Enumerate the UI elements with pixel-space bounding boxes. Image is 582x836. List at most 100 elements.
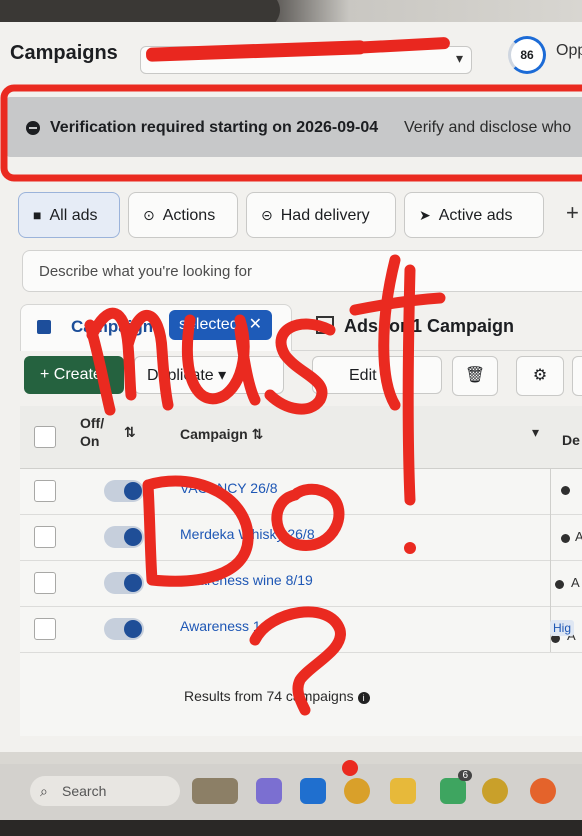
chip-label: Actions xyxy=(162,207,216,224)
photo-bottom-edge xyxy=(0,820,582,836)
edit-button[interactable]: Edit ▾ xyxy=(312,356,442,394)
delivery-text: A xyxy=(575,529,582,544)
row-checkbox[interactable] xyxy=(34,572,56,594)
chrome-icon[interactable] xyxy=(344,778,370,804)
taskbar-search[interactable]: ⌕ Search xyxy=(30,776,180,806)
create-label: Create xyxy=(53,366,102,383)
tab-campaigns[interactable]: Campaigns selected ✕ xyxy=(20,304,292,351)
opportunity-label[interactable]: Opp xyxy=(556,42,582,60)
banner-subtitle[interactable]: Verify and disclose who xyxy=(404,119,571,137)
chip-active-ads[interactable]: ➤ Active ads xyxy=(404,192,544,238)
close-icon[interactable]: ✕ xyxy=(249,316,262,333)
copilot-icon[interactable] xyxy=(256,778,282,804)
tab-ads-label: Ads for 1 Campaign xyxy=(344,316,515,336)
create-button[interactable]: + Create xyxy=(24,356,124,394)
taskbar: ⌕ Search 6 xyxy=(0,764,582,820)
delivery-text: A xyxy=(571,575,580,590)
campaign-name-link[interactable]: Merdeka Whisky 26/8 xyxy=(180,526,315,542)
results-text: Results from 74 campaigns xyxy=(184,688,354,704)
delivery-cell: A xyxy=(550,560,582,606)
widget-icon[interactable] xyxy=(192,778,238,804)
selected-badge[interactable]: selected ✕ xyxy=(169,310,272,340)
folder-icon: ■ xyxy=(33,207,42,223)
chip-all-ads[interactable]: ■ All ads xyxy=(18,192,120,238)
chip-label: Active ads xyxy=(438,207,513,224)
table-row[interactable]: Merdeka Whisky 26/8 A xyxy=(20,514,582,561)
status-dot xyxy=(555,580,564,589)
campaign-name-link[interactable]: Awareness 1 xyxy=(180,618,261,634)
selected-label: selected xyxy=(179,316,239,333)
folder-icon[interactable] xyxy=(390,778,416,804)
status-dot xyxy=(561,534,570,543)
taskbar-search-label: Search xyxy=(62,783,107,799)
row-checkbox[interactable] xyxy=(34,618,56,640)
row-checkbox[interactable] xyxy=(34,480,56,502)
search-icon: ⌕ xyxy=(40,783,48,799)
edit-label: Edit xyxy=(349,367,377,384)
filter-chips: ■ All ads ⊙ Actions ⊝ Had delivery ➤ Active … xyxy=(0,192,582,242)
delivery-icon: ⊝ xyxy=(261,207,273,223)
edge-icon[interactable] xyxy=(300,778,326,804)
campaign-header[interactable]: Campaign ⇅ xyxy=(180,426,263,443)
page-title: Campaigns xyxy=(10,42,118,64)
score-badge[interactable]: 86 xyxy=(508,36,546,74)
table-row[interactable]: Awareness wine 8/19 A xyxy=(20,560,582,607)
campaign-header-label: Campaign xyxy=(180,426,248,442)
search-input[interactable]: Describe what you're looking for xyxy=(22,250,582,292)
chevron-down-icon: ▾ xyxy=(218,367,227,384)
banner-title: Verification required starting on 2026-0… xyxy=(50,119,379,136)
toggle-knob xyxy=(124,574,142,592)
more-button[interactable] xyxy=(572,356,582,396)
notification-badge: 6 xyxy=(458,770,472,781)
chip-actions[interactable]: ⊙ Actions xyxy=(128,192,238,238)
campaign-name-link[interactable]: VACANCY 26/8 xyxy=(180,480,278,496)
chip-label: Had delivery xyxy=(280,207,370,224)
table-row[interactable]: Awareness 1 A xyxy=(20,606,582,653)
chip-label: All ads xyxy=(49,207,98,224)
campaign-name-link[interactable]: Awareness wine 8/19 xyxy=(180,572,313,588)
column-menu-icon[interactable]: ▾ xyxy=(532,424,539,441)
campaign-table: Off/ On ⇅ Campaign ⇅ ▾ De VACANCY 26/8 M… xyxy=(20,406,582,736)
duplicate-button[interactable]: Duplicate ▾ xyxy=(134,356,284,394)
select-all-checkbox[interactable] xyxy=(34,426,56,448)
tab-campaigns-label: Campaigns xyxy=(71,317,163,336)
tab-ads[interactable]: Ads for 1 Campaign xyxy=(316,316,514,337)
toggle-switch[interactable] xyxy=(104,572,144,594)
toggle-knob xyxy=(124,528,142,546)
firefox-icon[interactable] xyxy=(530,778,556,804)
row-checkbox[interactable] xyxy=(34,526,56,548)
add-filter-icon[interactable]: + xyxy=(566,200,579,226)
campaign-icon xyxy=(37,320,51,334)
sort-icon[interactable]: ⇅ xyxy=(124,424,136,441)
delivery-cell xyxy=(550,468,582,514)
sort-icon: ⇅ xyxy=(251,426,264,442)
chevron-down-icon: ▾ xyxy=(455,50,463,66)
action-icon: ⊙ xyxy=(143,207,155,223)
toggle-switch[interactable] xyxy=(104,526,144,548)
delete-button[interactable]: 🗑 xyxy=(452,356,498,396)
tab-row: Campaigns selected ✕ Ads for 1 Campaign xyxy=(20,304,582,351)
delivery-header[interactable]: De xyxy=(562,432,580,448)
toolbar: + Create Duplicate ▾ Edit ▾ 🗑 ⚙ xyxy=(24,356,582,402)
toggle-knob xyxy=(124,620,142,638)
chip-had-delivery[interactable]: ⊝ Had delivery xyxy=(246,192,396,238)
table-row[interactable]: VACANCY 26/8 xyxy=(20,468,582,515)
toggle-switch[interactable] xyxy=(104,618,144,640)
whatsapp-icon[interactable]: 6 xyxy=(440,770,472,804)
screen: Campaigns ▾ 86 Opp Verification required… xyxy=(0,22,582,752)
send-icon: ➤ xyxy=(419,207,431,223)
offon-header[interactable]: Off/ On xyxy=(80,414,104,450)
toggle-knob xyxy=(124,482,142,500)
info-icon[interactable]: i xyxy=(357,692,370,704)
toggle-switch[interactable] xyxy=(104,480,144,502)
results-summary: Results from 74 campaigns i xyxy=(184,688,370,704)
chevron-down-icon: ▾ xyxy=(403,367,412,384)
chrome-icon[interactable] xyxy=(482,778,508,804)
grid-icon xyxy=(316,316,334,334)
settings-button[interactable]: ⚙ xyxy=(516,356,564,396)
delivery-cell: A xyxy=(550,514,582,560)
table-header: Off/ On ⇅ Campaign ⇅ ▾ De xyxy=(20,406,582,469)
status-dot xyxy=(561,486,570,495)
trash-icon: 🗑 xyxy=(464,367,486,384)
highlight-badge: Hig xyxy=(550,620,575,636)
